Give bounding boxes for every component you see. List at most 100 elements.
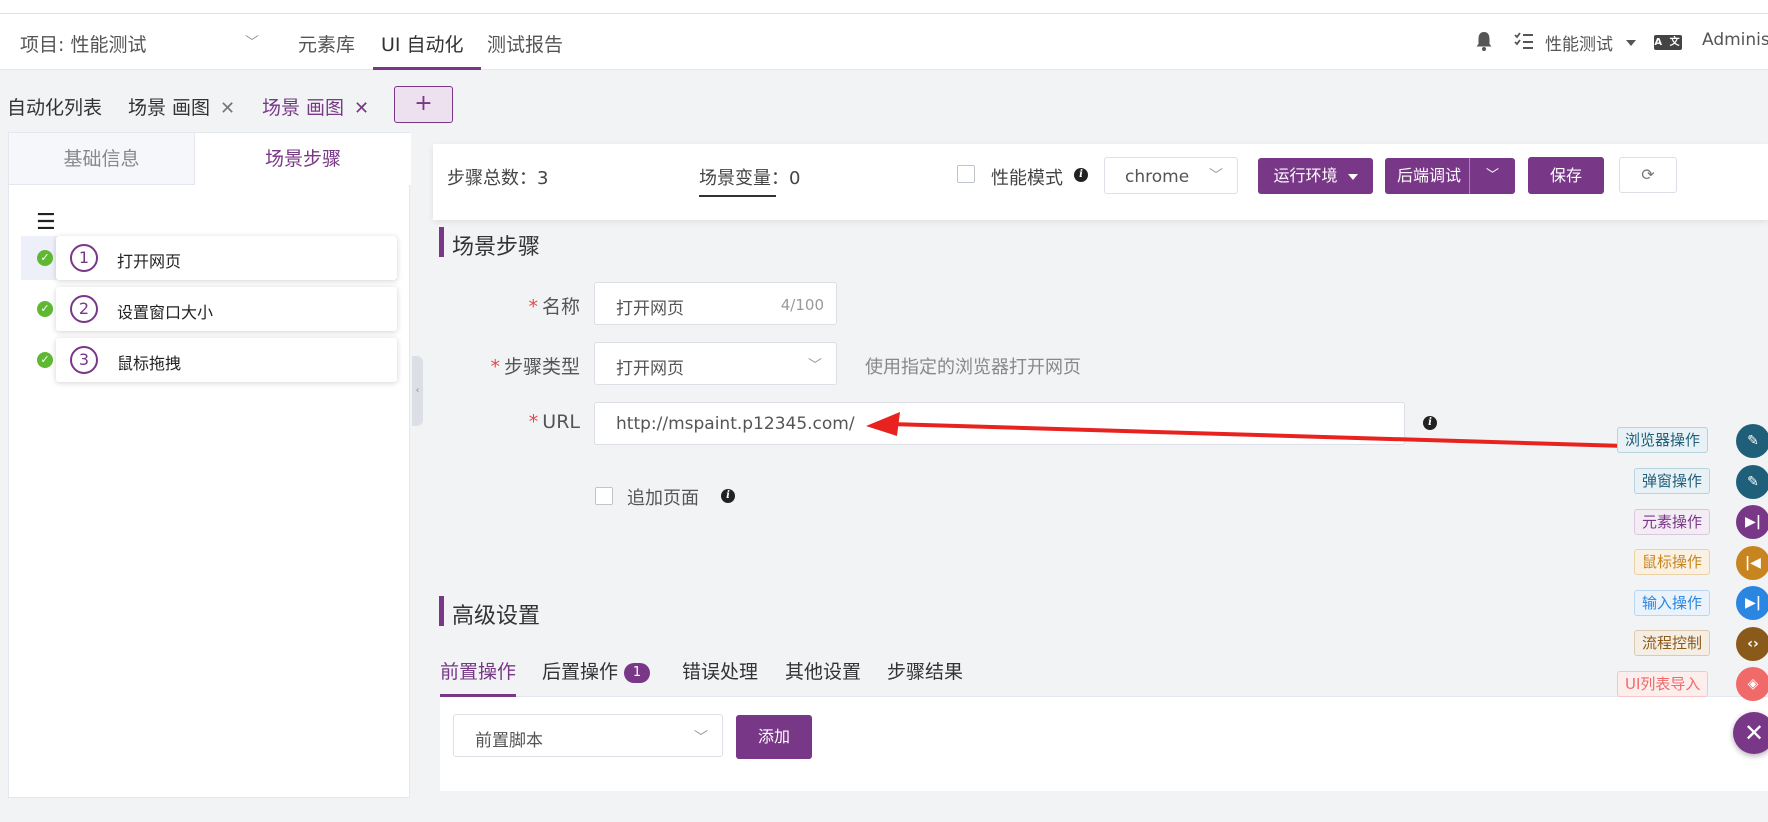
name-input-value: 打开网页 — [616, 299, 684, 319]
tab-scene-1-label: 场景 画图 — [128, 97, 211, 119]
tab-scene-1[interactable]: 场景 画图 ✕ — [128, 93, 235, 120]
check-circle-icon: ✓ — [37, 250, 53, 266]
input-operation-label[interactable]: 输入操作 — [1634, 590, 1711, 616]
tab-step-result[interactable]: 步骤结果 — [887, 657, 963, 684]
mouse-operation-label[interactable]: 鼠标操作 — [1634, 549, 1711, 575]
refresh-button[interactable]: ⟳ — [1619, 157, 1677, 193]
save-button[interactable]: 保存 — [1528, 157, 1604, 194]
info-icon[interactable]: i — [1423, 416, 1437, 430]
caret-down-icon — [1347, 173, 1358, 180]
window-top-strip — [0, 0, 1768, 14]
close-icon[interactable]: ✕ — [354, 98, 369, 119]
ui-list-import-label[interactable]: UI列表导入 — [1617, 671, 1709, 697]
name-label: * 名称 — [460, 292, 580, 319]
workspace-select[interactable]: 性能测试 — [1545, 30, 1613, 55]
tab-post-operation-label: 后置操作 — [542, 661, 619, 683]
append-page-checkbox[interactable] — [595, 487, 613, 505]
run-env-label: 运行环境 — [1273, 166, 1338, 185]
step-label: 鼠标拖拽 — [117, 354, 182, 373]
workspace-caret-icon[interactable] — [1626, 40, 1636, 46]
step-tree-panel: 基础信息 场景步骤 ☰ ✓ 1 打开网页 ✓ 2 设置窗口大小 ✓ 3 鼠标拖拽 — [8, 132, 411, 798]
project-select[interactable]: 项目: 性能测试 ﹀ — [20, 30, 265, 56]
popup-operation-label[interactable]: 弹窗操作 — [1634, 468, 1711, 494]
required-mark: * — [528, 411, 539, 433]
tab-basic-info[interactable]: 基础信息 — [9, 133, 195, 185]
tab-pre-operation[interactable]: 前置操作 — [440, 657, 516, 684]
tab-scene-steps[interactable]: 场景步骤 — [195, 133, 411, 185]
tab-scene-2[interactable]: 场景 画图 ✕ — [262, 93, 369, 120]
close-menu-fab[interactable]: ✕ — [1733, 712, 1768, 754]
code-icon[interactable]: ‹› — [1736, 627, 1768, 661]
nav-element-library[interactable]: 元素库 — [298, 30, 355, 57]
chevron-down-icon[interactable]: ﹀ — [1469, 158, 1515, 194]
step-card[interactable]: 1 打开网页 — [56, 236, 397, 280]
add-tab-button[interactable]: + — [394, 86, 453, 123]
step-number: 2 — [70, 295, 98, 323]
tab-scene-2-label: 场景 画图 — [262, 97, 345, 119]
close-icon: ✕ — [1743, 719, 1765, 747]
chevron-down-icon: ﹀ — [245, 35, 259, 51]
chevron-down-icon: ﹀ — [694, 730, 708, 746]
step-card[interactable]: 2 设置窗口大小 — [56, 287, 397, 331]
name-input[interactable]: 打开网页 4/100 — [594, 282, 837, 325]
step-total: 步骤总数：3 — [447, 168, 549, 189]
language-icon[interactable]: A 文 — [1654, 35, 1682, 50]
url-label-text: URL — [542, 411, 580, 433]
browser-select-value: chrome — [1125, 167, 1190, 187]
step-card[interactable]: 3 鼠标拖拽 — [56, 338, 397, 382]
perf-mode-checkbox[interactable] — [957, 165, 975, 183]
step-number: 1 — [70, 244, 98, 272]
tab-error-handling[interactable]: 错误处理 — [682, 657, 758, 684]
append-page-label: 追加页面 — [627, 488, 699, 509]
step-item-2[interactable]: ✓ 2 设置窗口大小 — [21, 287, 397, 331]
skip-forward-icon[interactable]: ▶| — [1736, 586, 1768, 620]
browser-operation-label[interactable]: 浏览器操作 — [1617, 427, 1709, 453]
nav-test-report[interactable]: 测试报告 — [487, 30, 563, 57]
name-char-count: 4/100 — [780, 296, 824, 314]
scene-variables-link[interactable]: 场景变量：0 — [699, 164, 800, 190]
check-circle-icon: ✓ — [37, 352, 53, 368]
backend-debug-button[interactable]: 后端调试 ﹀ — [1385, 158, 1515, 194]
nav-ui-automation[interactable]: UI 自动化 — [381, 30, 464, 57]
url-input[interactable]: http://mspaint.p12345.com/ — [594, 402, 1405, 445]
step-item-3[interactable]: ✓ 3 鼠标拖拽 — [21, 338, 397, 382]
step-type-select[interactable]: 打开网页 ﹀ — [594, 342, 837, 385]
pre-script-select[interactable]: 前置脚本 ﹀ — [453, 714, 723, 757]
count-badge: 1 — [624, 663, 651, 683]
pre-script-value: 前置脚本 — [475, 731, 543, 751]
section-accent-bar — [439, 596, 444, 626]
add-button[interactable]: 添加 — [736, 715, 812, 759]
skip-forward-icon[interactable]: ▶| — [1736, 505, 1768, 539]
step-type-hint: 使用指定的浏览器打开网页 — [865, 357, 1081, 378]
flow-control-label[interactable]: 流程控制 — [1634, 630, 1711, 656]
pen-icon[interactable]: ✎ — [1736, 465, 1768, 499]
import-icon[interactable]: ◈ — [1736, 667, 1768, 701]
pen-icon[interactable]: ✎ — [1736, 424, 1768, 458]
tab-post-operation[interactable]: 后置操作 1 — [542, 657, 651, 684]
url-label: * URL — [460, 411, 580, 433]
bell-icon[interactable] — [1475, 31, 1493, 51]
tab-automation-list[interactable]: 自动化列表 — [7, 93, 102, 120]
info-icon[interactable]: i — [1074, 168, 1088, 182]
collapse-panel-handle[interactable]: ‹ — [412, 356, 423, 426]
url-input-value: http://mspaint.p12345.com/ — [616, 414, 855, 434]
required-mark: * — [528, 296, 538, 318]
browser-select[interactable]: chrome ﹀ — [1104, 157, 1238, 194]
step-number: 3 — [70, 346, 98, 374]
required-mark: * — [490, 356, 500, 378]
project-select-value: 项目: 性能测试 — [20, 34, 147, 56]
hamburger-menu-icon[interactable]: ☰ — [36, 210, 56, 235]
task-list-icon[interactable] — [1514, 32, 1534, 50]
tab-other-settings[interactable]: 其他设置 — [785, 657, 861, 684]
user-menu[interactable]: Administrator — [1702, 30, 1768, 50]
run-env-button[interactable]: 运行环境 — [1258, 158, 1373, 194]
step-type-label-text: 步骤类型 — [503, 356, 580, 378]
close-icon[interactable]: ✕ — [220, 98, 235, 119]
check-circle-icon: ✓ — [37, 301, 53, 317]
info-icon[interactable]: i — [721, 489, 735, 503]
step-item-1[interactable]: ✓ 1 打开网页 — [21, 236, 397, 280]
section-title-advanced: 高级设置 — [452, 604, 541, 629]
chevron-down-icon: ﹀ — [1209, 168, 1223, 184]
skip-back-icon[interactable]: |◀ — [1736, 546, 1768, 580]
element-operation-label[interactable]: 元素操作 — [1634, 509, 1711, 535]
